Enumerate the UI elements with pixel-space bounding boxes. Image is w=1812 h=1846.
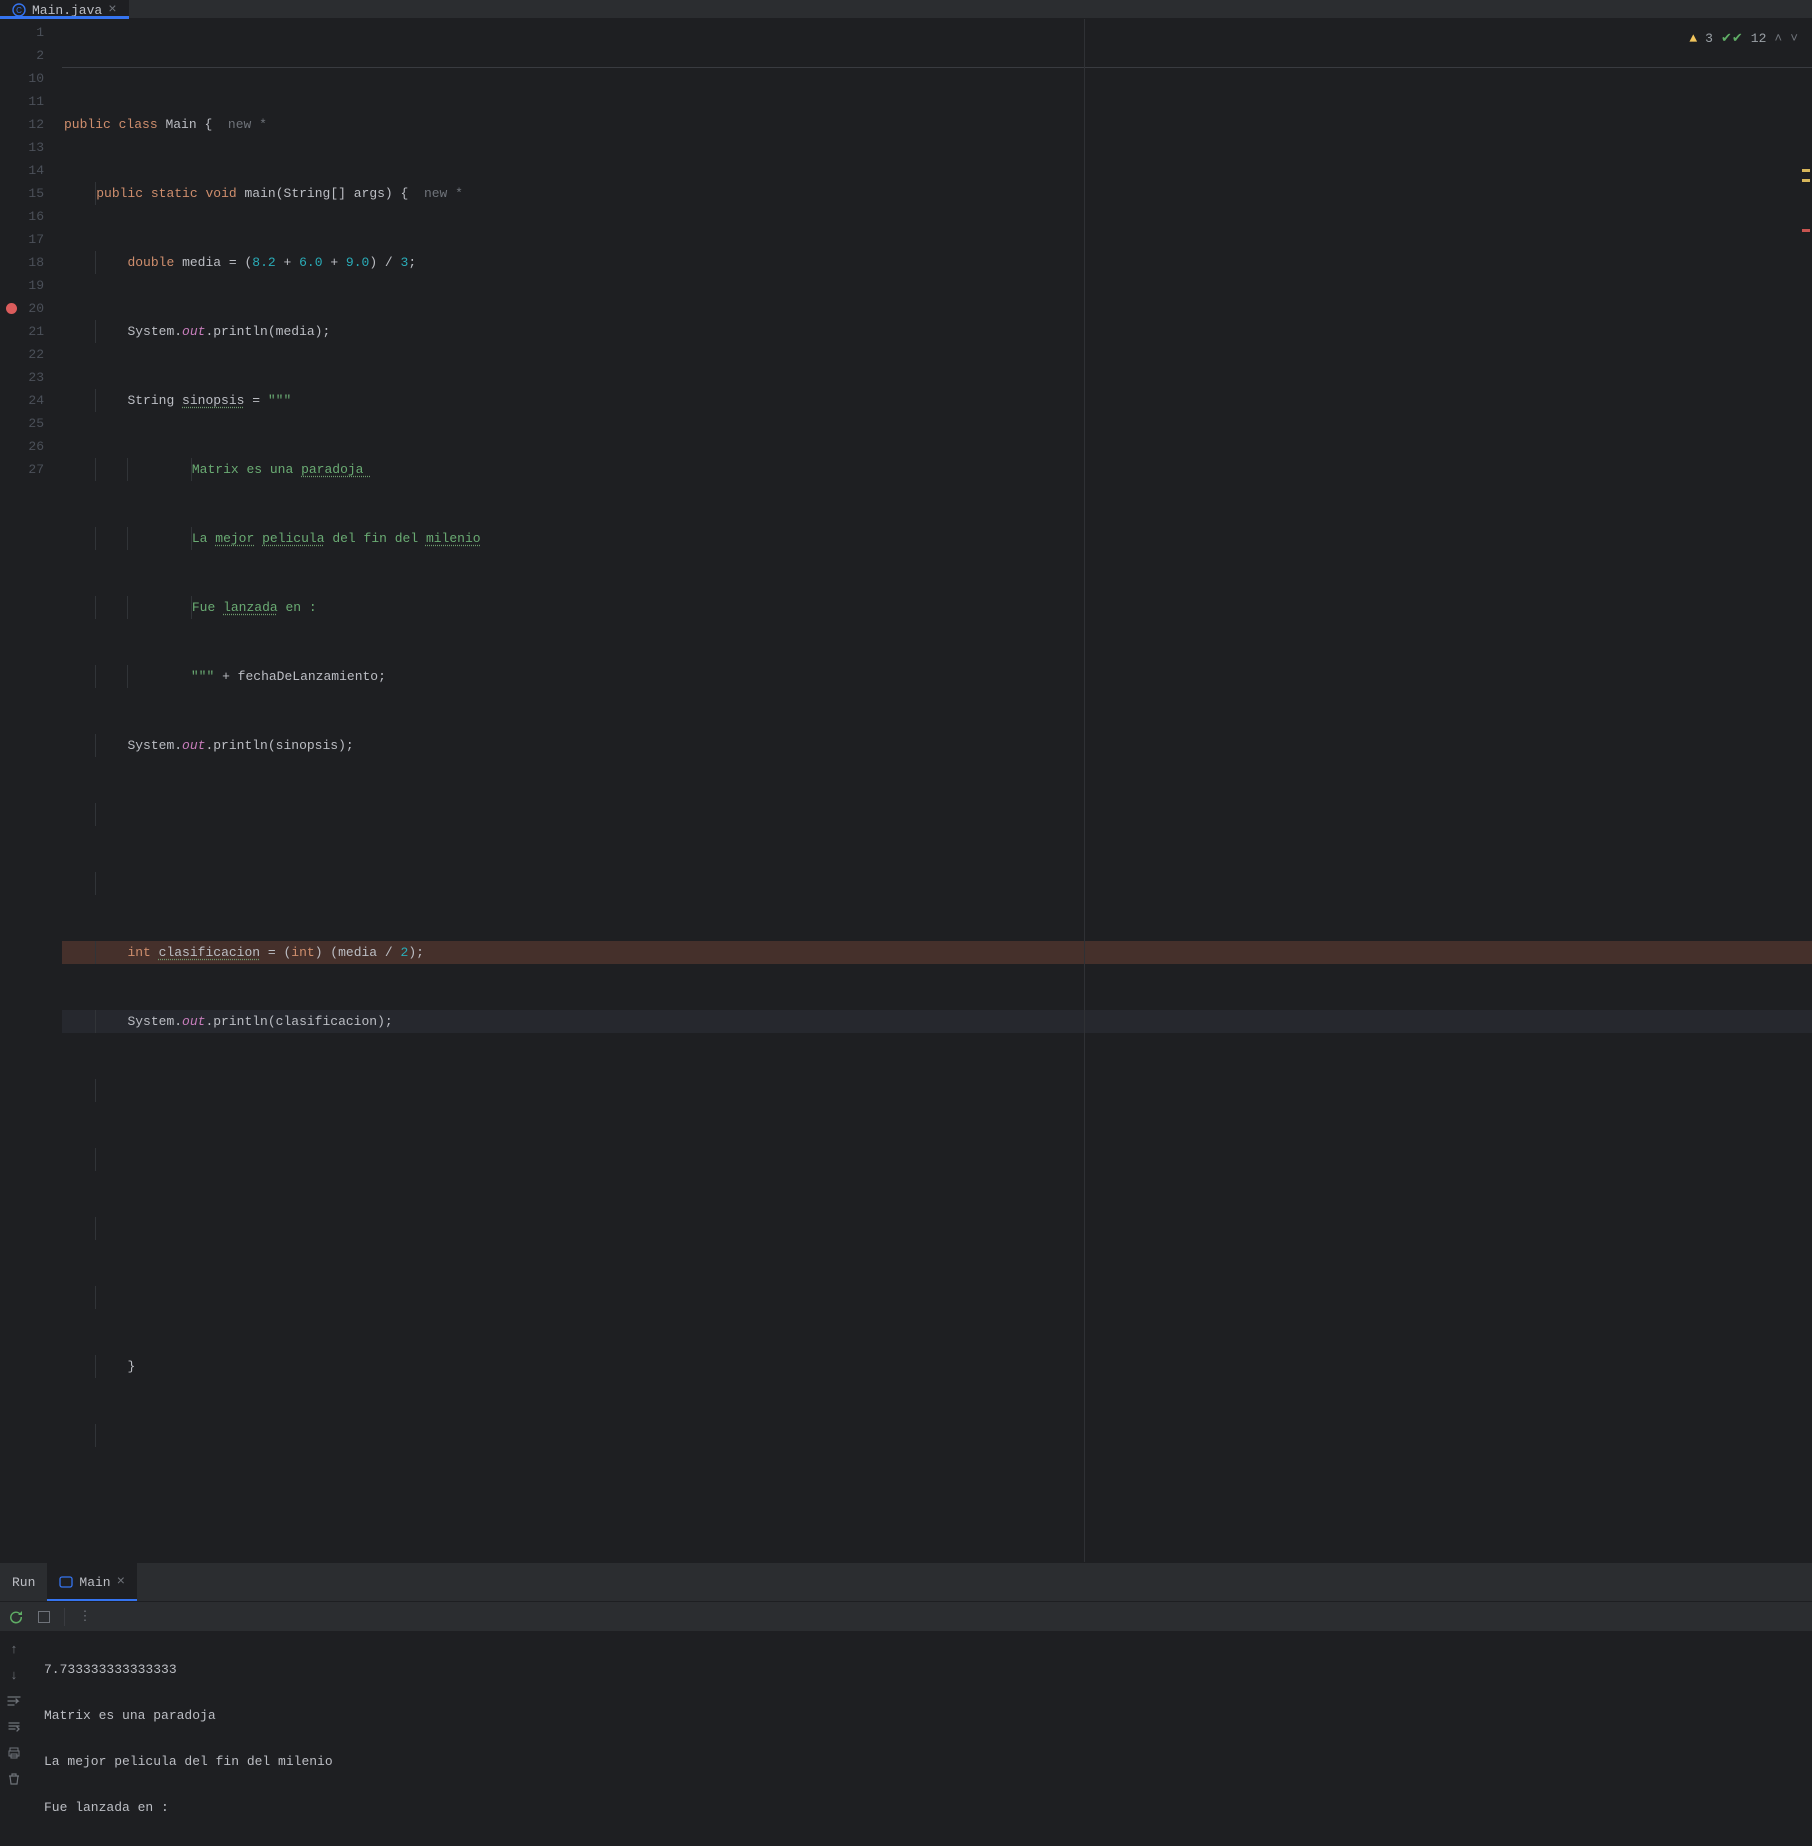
typo-icon: ✔✔ — [1721, 27, 1743, 50]
inspections-widget[interactable]: ▲ 3 ✔✔ 12 ˄ ˅ — [1689, 27, 1798, 50]
code-line: } — [62, 1355, 1812, 1378]
console-line: Matrix es una paradoja — [44, 1704, 1796, 1727]
console-line: 7.733333333333333 — [44, 1658, 1796, 1681]
stripe-mark-warning[interactable] — [1802, 179, 1810, 182]
close-icon[interactable]: × — [117, 1574, 125, 1590]
soft-wrap-icon[interactable] — [6, 1693, 22, 1709]
code-line: public class Main { new * — [62, 113, 1812, 136]
up-arrow-icon[interactable]: ↑ — [6, 1641, 22, 1657]
line-number: 24 — [0, 389, 44, 412]
print-icon[interactable] — [6, 1745, 22, 1761]
run-config-icon — [59, 1575, 73, 1589]
code-line: Fue lanzada en : — [62, 596, 1812, 619]
warning-count: 3 — [1705, 27, 1713, 50]
editor: 1 2 10 11 12 13 14 15 16 17 18 19 20 21 … — [0, 19, 1812, 1562]
code-line: System.out.println(media); — [62, 320, 1812, 343]
code-line — [62, 1217, 1812, 1240]
line-number: 12 — [0, 113, 44, 136]
java-class-icon: C — [12, 3, 26, 17]
editor-tab-bar: C Main.java × — [0, 0, 1812, 19]
svg-text:C: C — [16, 6, 22, 15]
breakpoint-line[interactable]: 20 — [0, 297, 44, 320]
run-tab-label: Main — [79, 1575, 110, 1590]
line-number: 2 — [0, 44, 44, 67]
run-body: ↑ ↓ 7.733333333333333 Matrix es una para… — [0, 1631, 1812, 1846]
tab-main-java[interactable]: C Main.java × — [0, 0, 129, 18]
tab-filename: Main.java — [32, 3, 102, 18]
more-actions-button[interactable]: ⋮ — [75, 1607, 95, 1627]
code-line-breakpoint: int clasificacion = (int) (media / 2); — [62, 941, 1812, 964]
line-number: 16 — [0, 205, 44, 228]
right-margin-guide — [1084, 19, 1085, 1562]
line-number: 13 — [0, 136, 44, 159]
code-line: String sinopsis = """ — [62, 389, 1812, 412]
code-area[interactable]: public class Main { new * public static … — [62, 19, 1812, 1562]
run-tool-window: Run Main × ⋮ ↑ ↓ — [0, 1562, 1812, 1846]
stop-button[interactable] — [34, 1607, 54, 1627]
line-number: 19 — [0, 274, 44, 297]
close-icon[interactable]: × — [108, 2, 116, 18]
line-number: 22 — [0, 343, 44, 366]
line-number: 27 — [0, 458, 44, 481]
code-line — [62, 1424, 1812, 1447]
code-line — [62, 803, 1812, 826]
run-toolbar: ⋮ — [0, 1601, 1812, 1631]
error-stripe[interactable] — [1800, 19, 1812, 1562]
run-side-toolbar: ↑ ↓ — [0, 1631, 28, 1846]
code-line: public static void main(String[] args) {… — [62, 182, 1812, 205]
chevron-up-icon[interactable]: ˄ — [1774, 27, 1782, 50]
typo-count: 12 — [1751, 27, 1767, 50]
rerun-button[interactable] — [6, 1607, 26, 1627]
line-number: 17 — [0, 228, 44, 251]
gutter[interactable]: 1 2 10 11 12 13 14 15 16 17 18 19 20 21 … — [0, 19, 62, 1562]
line-number: 23 — [0, 366, 44, 389]
code-line — [62, 1148, 1812, 1171]
scroll-to-end-icon[interactable] — [6, 1719, 22, 1735]
down-arrow-icon[interactable]: ↓ — [6, 1667, 22, 1683]
code-line-current: System.out.println(clasificacion); — [62, 1010, 1812, 1033]
code-line — [62, 1286, 1812, 1309]
code-line — [62, 872, 1812, 895]
line-number: 15 — [0, 182, 44, 205]
code-line — [62, 1079, 1812, 1102]
line-number: 21 — [0, 320, 44, 343]
toolbar-separator — [64, 1608, 65, 1626]
console-line: La mejor pelicula del fin del milenio — [44, 1750, 1796, 1773]
line-number: 14 — [0, 159, 44, 182]
line-number: 18 — [0, 251, 44, 274]
stripe-mark-warning[interactable] — [1802, 169, 1810, 172]
line-number: 11 — [0, 90, 44, 113]
run-tab-main[interactable]: Main × — [47, 1563, 137, 1601]
console-line: Fue lanzada en : — [44, 1796, 1796, 1819]
warning-icon: ▲ — [1689, 27, 1697, 50]
trash-icon[interactable] — [6, 1771, 22, 1787]
chevron-down-icon[interactable]: ˅ — [1790, 27, 1798, 50]
line-number: 10 — [0, 67, 44, 90]
console-line: 1999 — [44, 1842, 1796, 1846]
stripe-mark-error[interactable] — [1802, 229, 1810, 232]
code-line: """ + fechaDeLanzamiento; — [62, 665, 1812, 688]
line-number: 26 — [0, 435, 44, 458]
code-line: double media = (8.2 + 6.0 + 9.0) / 3; — [62, 251, 1812, 274]
run-tool-window-title: Run — [0, 1563, 47, 1601]
code-line: System.out.println(sinopsis); — [62, 734, 1812, 757]
code-line: Matrix es una paradoja — [62, 458, 1812, 481]
line-number: 25 — [0, 412, 44, 435]
run-tabs: Run Main × — [0, 1563, 1812, 1601]
code-line: La mejor pelicula del fin del milenio — [62, 527, 1812, 550]
console-output[interactable]: 7.733333333333333 Matrix es una paradoja… — [28, 1631, 1812, 1846]
line-number: 1 — [0, 21, 44, 44]
